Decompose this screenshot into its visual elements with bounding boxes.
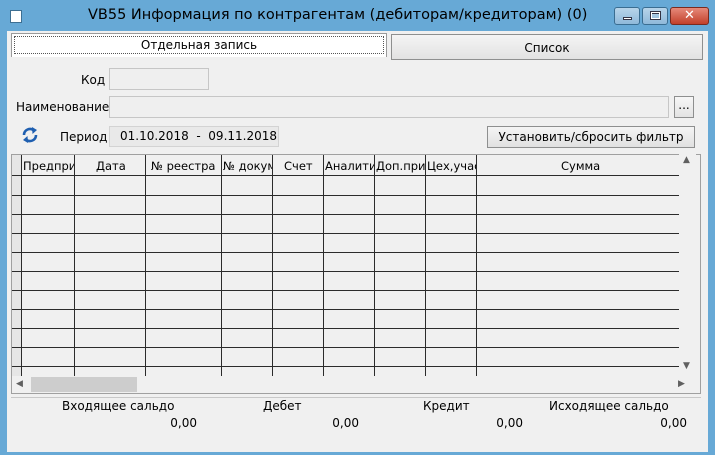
maximize-icon [650,11,661,20]
column-header-account[interactable]: Счет [284,159,322,173]
closing-balance-label: Исходящее сальдо [549,399,669,413]
horizontal-scroll-thumb[interactable] [31,377,137,392]
period-label: Период [60,130,108,144]
close-button[interactable]: ✕ [670,7,709,25]
column-header-document-number[interactable]: № докуме [223,159,272,173]
tab-list-label: Список [524,41,570,55]
debit-label: Дебет [263,399,302,413]
tab-focus-rect [14,36,384,54]
minimize-button[interactable] [614,7,640,25]
records-grid[interactable]: Предприя Дата № реестра № докуме Счет Ан… [11,154,701,394]
app-icon[interactable] [10,10,22,23]
column-header-register-number[interactable]: № реестра [151,159,221,173]
tab-list[interactable]: Список [391,34,703,60]
tab-single-record[interactable]: Отдельная запись [11,33,387,57]
opening-balance-label: Входящее сальдо [62,399,175,413]
browse-button[interactable]: ... [674,96,694,118]
debit-value: 0,00 [332,416,359,430]
column-header-amount[interactable]: Сумма [561,159,621,173]
column-header-enterprise[interactable]: Предприя [23,159,74,173]
vertical-scrollbar[interactable]: ▲ ▼ [679,154,696,377]
close-icon: ✕ [684,8,695,23]
column-header-extra-attribute[interactable]: Доп.приз [376,159,425,173]
column-header-date[interactable]: Дата [96,159,144,173]
scroll-up-icon[interactable]: ▲ [683,156,690,165]
column-header-workshop[interactable]: Цех,участ [427,159,476,173]
grid-lines [12,155,681,393]
scroll-right-icon[interactable]: ▶ [678,380,685,389]
name-label: Наименование [16,100,110,114]
period-field[interactable]: 01.10.2018 - 09.11.2018 [109,126,279,147]
minimize-icon [623,17,632,20]
client-area: Отдельная запись Список Код Наименование… [7,31,708,452]
closing-balance-value: 0,00 [660,416,687,430]
maximize-button[interactable] [642,7,668,25]
horizontal-scrollbar[interactable]: ◀ ▶ [12,376,696,393]
code-label: Код [81,73,106,87]
set-reset-filter-button[interactable]: Установить/сбросить фильтр [487,126,695,148]
window-title: VB55 Информация по контрагентам (дебитор… [88,7,588,23]
name-field[interactable] [109,96,669,118]
code-field[interactable] [109,68,209,90]
title-bar[interactable]: VB55 Информация по контрагентам (дебитор… [0,0,715,32]
scroll-down-icon[interactable]: ▼ [683,362,690,371]
summary-separator [11,397,701,398]
credit-value: 0,00 [496,416,523,430]
column-header-analytics[interactable]: Аналитик [325,159,374,173]
opening-balance-value: 0,00 [170,416,197,430]
refresh-arrows-icon[interactable] [21,126,39,144]
scroll-left-icon[interactable]: ◀ [16,380,23,389]
credit-label: Кредит [423,399,470,413]
application-window: VB55 Информация по контрагентам (дебитор… [0,0,715,455]
